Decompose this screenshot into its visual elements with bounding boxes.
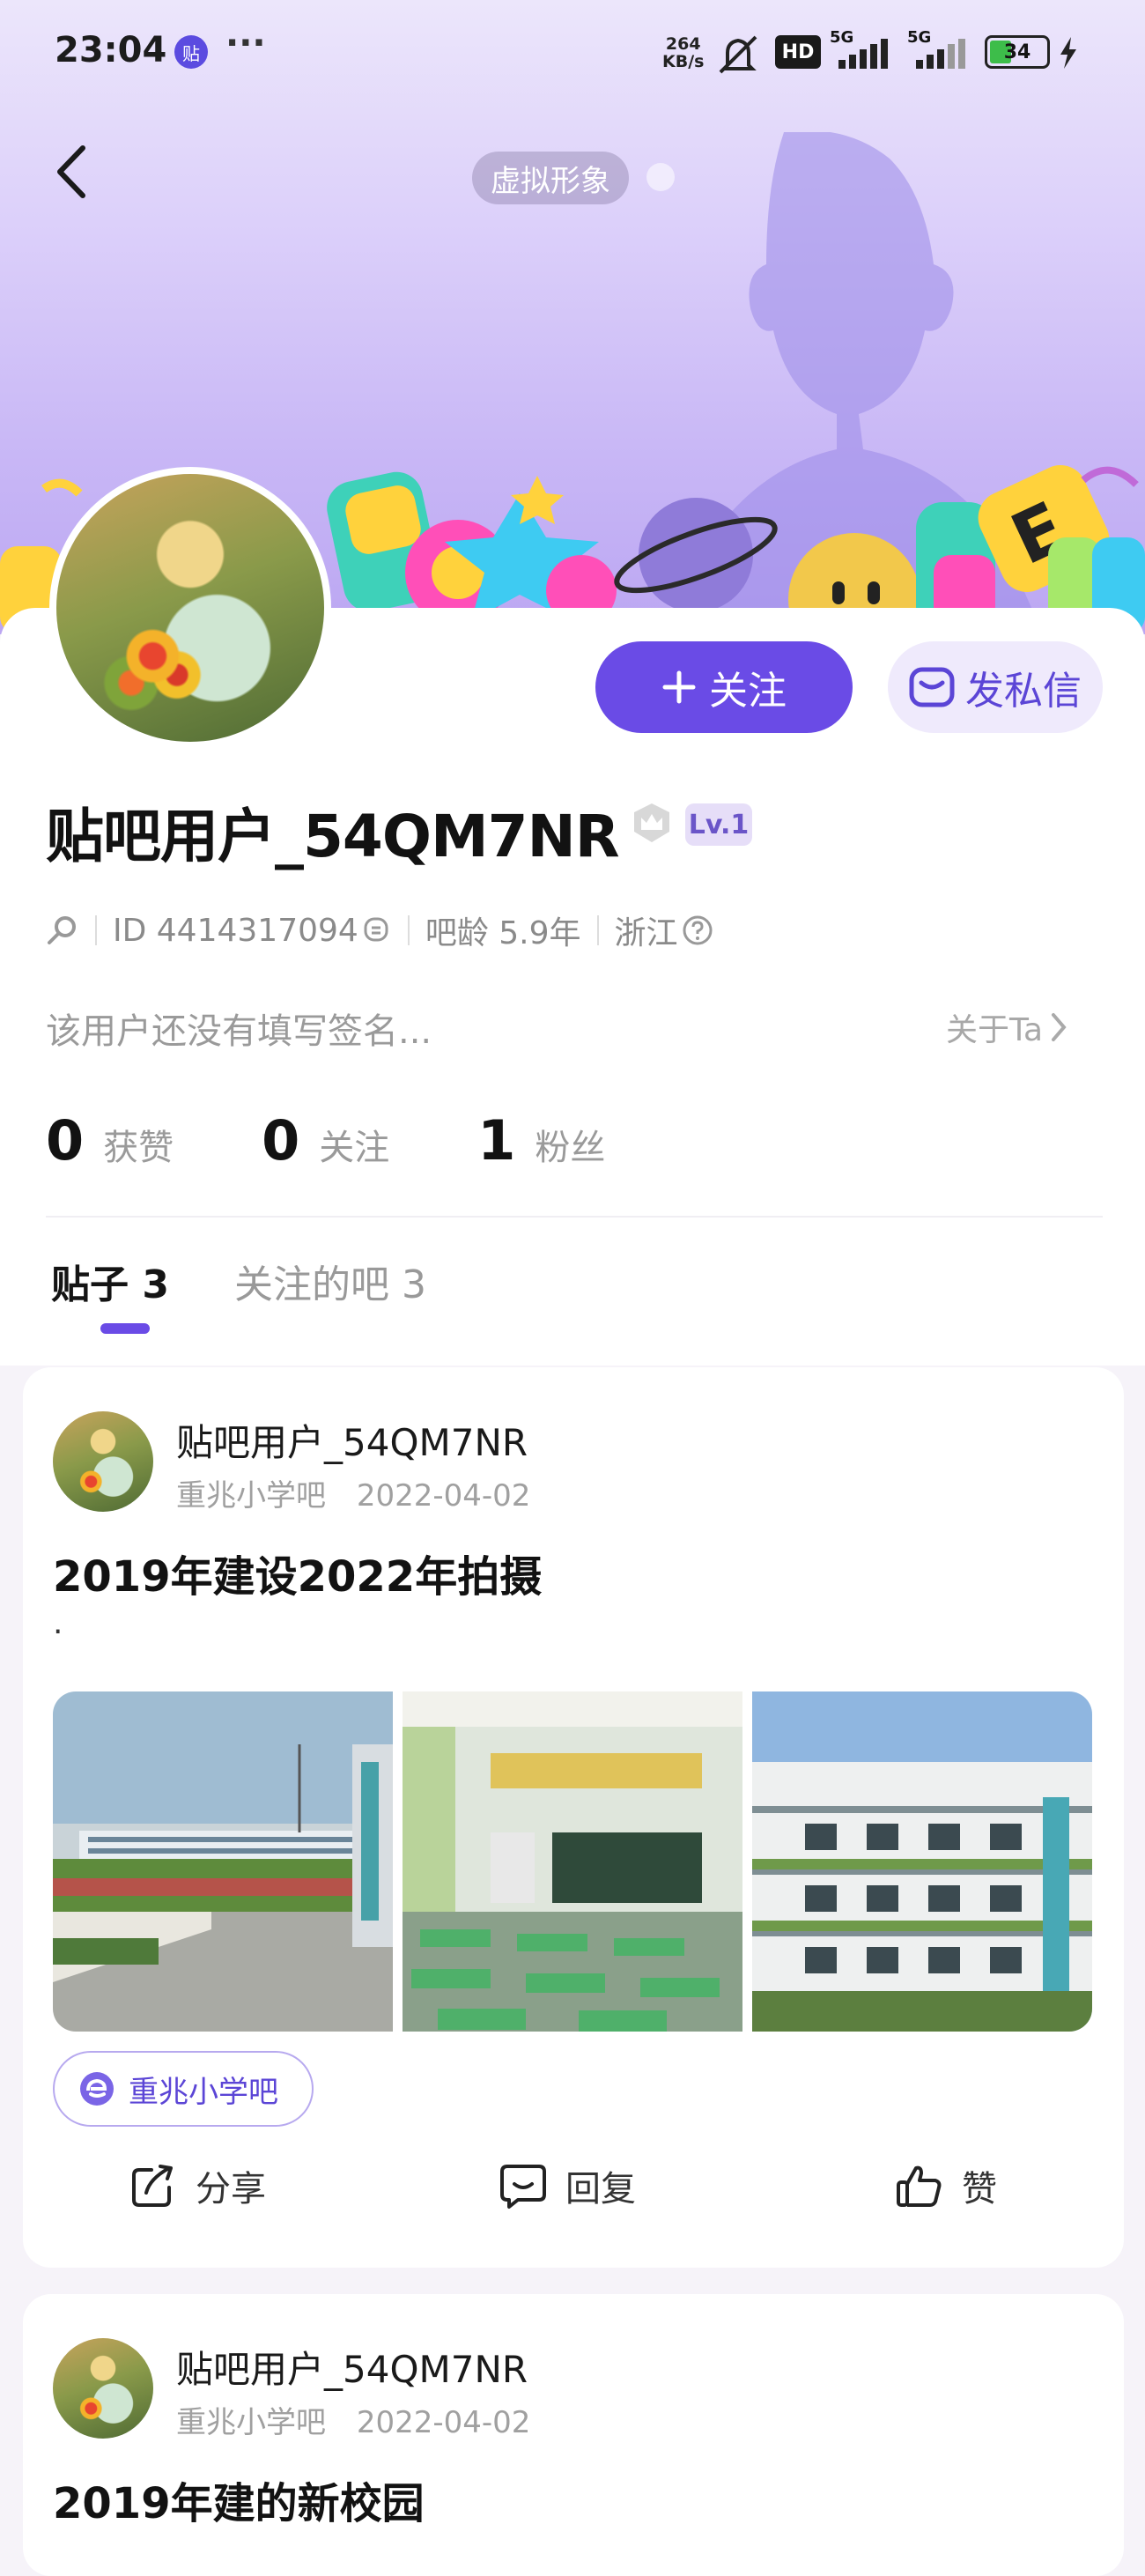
post-author[interactable]: 贴吧用户_54QM7NR [176, 1413, 528, 1467]
fans-label[interactable]: 粉丝 [535, 1119, 605, 1170]
like-label: 赞 [962, 2169, 997, 2210]
reply-label: 回复 [565, 2169, 636, 2210]
crown-badge-icon [634, 803, 669, 842]
post-images [53, 1691, 1092, 2032]
post-image-building[interactable] [752, 1691, 1092, 2032]
copy-icon[interactable] [362, 915, 392, 945]
fans-count: 1 [477, 1108, 516, 1173]
status-time: 23:04 [55, 30, 167, 70]
share-icon [132, 2165, 173, 2207]
post-card[interactable]: 贴吧用户_54QM7NR 重兆小学吧 2022-04-02 2019年建设202… [23, 1367, 1124, 2268]
signal-icon-1 [838, 39, 888, 69]
post-image-classroom[interactable] [403, 1691, 742, 2032]
message-envelope-icon [909, 667, 955, 707]
about-link[interactable]: 关于Ta [946, 1004, 1067, 1050]
back-arrow-icon[interactable] [51, 141, 95, 203]
profile-username: 贴吧用户_54QM7NR [46, 803, 620, 870]
post-title: 2019年建设2022年拍摄 [53, 1552, 543, 1602]
net-speed: 264 KB/s [662, 35, 704, 70]
follow-label: 关注 [709, 669, 787, 714]
following-label[interactable]: 关注 [319, 1119, 389, 1170]
post-date: 2022-04-02 [356, 1478, 531, 1514]
bar-age: 吧龄 5.9年 [425, 915, 581, 951]
net-speed-value: 264 [665, 34, 701, 54]
profile-meta: ID 4414317094 吧龄 5.9年 浙江 [46, 906, 713, 955]
post-card[interactable]: 贴吧用户_54QM7NR 重兆小学吧 2022-04-02 2019年建的新校园 [23, 2294, 1124, 2576]
location: 浙江 [614, 915, 678, 951]
likes-count: 0 [46, 1108, 85, 1173]
post-image-campus[interactable] [53, 1691, 393, 2032]
share-label: 分享 [196, 2169, 266, 2210]
post-meta: 重兆小学吧 2022-04-02 [176, 1471, 530, 1514]
tieba-notification-icon: 贴 [174, 35, 208, 69]
signature: 该用户还没有填写签名... [46, 1011, 432, 1052]
comment-icon [500, 2165, 546, 2209]
about-label: 关于Ta [946, 1012, 1044, 1048]
hd-voice-badge: HD [775, 35, 821, 69]
battery-level: 34 [1003, 41, 1031, 63]
post-forum: 重兆小学吧 [176, 2405, 326, 2440]
battery-icon: 34 [985, 35, 1050, 69]
post-avatar[interactable] [53, 2338, 153, 2439]
avatar[interactable] [49, 467, 331, 749]
meta-divider [407, 915, 410, 945]
level-badge: Lv.1 [685, 803, 752, 846]
post-meta: 重兆小学吧 2022-04-02 [176, 2398, 530, 2441]
virtual-image-button[interactable]: 虚拟形象 [472, 152, 629, 204]
status-more-icon: ··· [225, 23, 266, 63]
search-user-icon[interactable] [46, 914, 79, 947]
chevron-right-icon [1052, 1013, 1067, 1041]
reply-button[interactable]: 回复 [499, 2160, 636, 2211]
message-label: 发私信 [965, 669, 1082, 714]
following-count: 0 [262, 1108, 300, 1173]
like-button[interactable]: 赞 [895, 2160, 997, 2211]
forum-tag-label: 重兆小学吧 [129, 2074, 278, 2110]
post-forum: 重兆小学吧 [176, 1478, 326, 1514]
likes-label[interactable]: 获赞 [103, 1119, 174, 1170]
message-button[interactable]: 发私信 [888, 641, 1103, 733]
post-avatar[interactable] [53, 1411, 153, 1512]
virtual-image-indicator [646, 163, 675, 191]
stats-divider [46, 1216, 1103, 1218]
user-id: ID 4414317094 [113, 912, 358, 949]
post-author[interactable]: 贴吧用户_54QM7NR [176, 2340, 528, 2394]
thumbs-up-icon [897, 2165, 942, 2207]
plus-icon [662, 670, 696, 704]
post-body: . [53, 1605, 63, 1641]
follow-button[interactable]: 关注 [595, 641, 853, 733]
stats-row: 0 获赞 0 关注 1 粉丝 [46, 1108, 693, 1173]
help-icon[interactable] [682, 914, 713, 946]
tab-posts[interactable]: 贴子 3 [51, 1253, 169, 1309]
share-button[interactable]: 分享 [129, 2160, 266, 2211]
post-date: 2022-04-02 [356, 2405, 531, 2440]
tab-indicator [100, 1323, 150, 1334]
net-speed-unit: KB/s [662, 52, 705, 71]
meta-divider [95, 915, 97, 945]
mute-bell-icon [719, 35, 757, 74]
forum-tag[interactable]: 重兆小学吧 [53, 2051, 314, 2127]
meta-divider [596, 915, 599, 945]
tieba-bar-icon [80, 2072, 114, 2106]
status-bar: 23:04 贴 ··· 264 KB/s HD 5G 5G 34 [0, 0, 1145, 106]
signal-icon-2 [916, 39, 965, 69]
tab-followed-bars[interactable]: 关注的吧 3 [234, 1253, 426, 1309]
post-title: 2019年建的新校园 [53, 2479, 425, 2528]
charging-icon [1060, 37, 1076, 69]
avatar-image [56, 474, 324, 742]
